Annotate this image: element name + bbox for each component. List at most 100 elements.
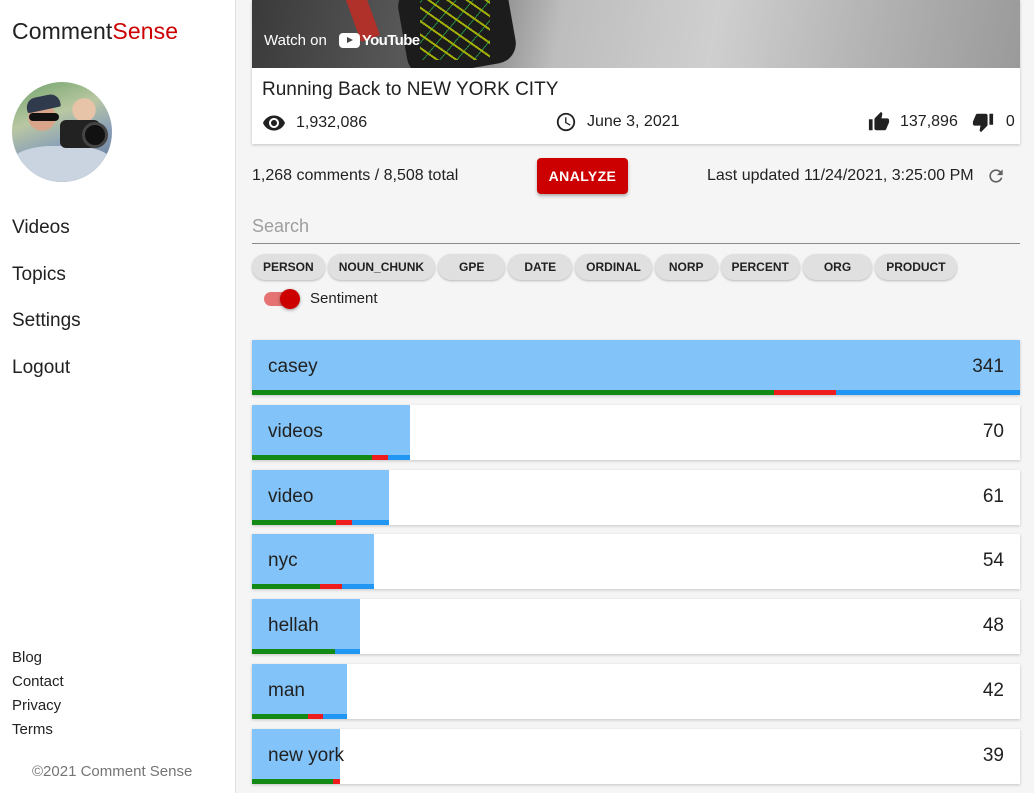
topic-label: hellah (268, 615, 319, 637)
sentiment-bar (252, 519, 390, 525)
topic-count: 70 (982, 420, 1004, 442)
sentiment-negative-segment (335, 519, 353, 525)
sentiment-bar (252, 584, 374, 590)
sidebar-item-topics[interactable]: Topics (12, 261, 81, 308)
youtube-logo-icon: YouTube (338, 32, 420, 49)
sentiment-negative-segment (332, 778, 340, 784)
topic-label: videos (268, 420, 323, 442)
sentiment-positive-segment (252, 584, 321, 590)
sentiment-positive-segment (252, 454, 372, 460)
topic-count: 61 (982, 485, 1004, 507)
sentiment-bar (252, 390, 1020, 395)
chip-gpe[interactable]: GPE (438, 254, 506, 280)
thumbs-down-icon (972, 113, 993, 133)
topic-label: casey (268, 356, 318, 377)
topic-row[interactable]: nyc 54 (252, 534, 1020, 590)
topic-row[interactable]: hellah 48 (252, 599, 1020, 655)
sentiment-neutral-segment (322, 713, 347, 719)
topic-row[interactable]: new york 39 (252, 728, 1020, 784)
topic-row[interactable]: casey 341 (252, 340, 1020, 395)
sentiment-negative-segment (307, 713, 323, 719)
sentiment-neutral-segment (335, 649, 361, 655)
chip-org[interactable]: ORG (802, 254, 873, 280)
topic-row[interactable]: videos 70 (252, 404, 1020, 460)
entity-filter-chips: PERSON NOUN_CHUNK GPE DATE ORDINAL NORP … (252, 254, 960, 280)
publish-date: June 3, 2021 (555, 111, 680, 133)
topic-count: 48 (982, 615, 1004, 637)
footer-link-privacy[interactable]: Privacy (12, 696, 64, 720)
sentiment-positive-segment (252, 649, 336, 655)
topic-count: 42 (982, 679, 1004, 701)
sentiment-neutral-segment (341, 584, 374, 590)
topic-count-bar (252, 340, 1020, 395)
video-card: Watch on YouTube Running Back to NEW YOR… (252, 0, 1020, 144)
analyze-button[interactable]: ANALYZE (537, 158, 628, 194)
clock-icon (556, 112, 576, 132)
sidebar-item-settings[interactable]: Settings (12, 307, 81, 354)
sentiment-positive-segment (252, 778, 333, 784)
sentiment-positive-segment (252, 390, 775, 395)
view-count-value: 1,932,086 (296, 114, 368, 131)
footer-links: Blog Contact Privacy Terms (12, 648, 64, 744)
watch-on-label: Watch on (264, 32, 327, 49)
like-count: 137,896 (900, 113, 958, 130)
sentiment-switch[interactable] (264, 288, 300, 309)
footer-link-blog[interactable]: Blog (12, 648, 64, 672)
brand-prefix: Comment (12, 18, 113, 44)
eye-icon (263, 115, 285, 131)
analysis-toolbar: 1,268 comments / 8,508 total ANALYZE Las… (252, 158, 1020, 194)
topic-label: man (268, 679, 305, 701)
search-input[interactable] (252, 210, 1020, 244)
sidebar-item-videos[interactable]: Videos (12, 214, 81, 261)
comment-count: 1,268 comments / 8,508 total (252, 167, 459, 184)
video-thumbnail[interactable]: Watch on YouTube (252, 0, 1020, 68)
topic-label: video (268, 485, 314, 507)
sentiment-bar (252, 649, 361, 655)
chip-noun-chunk[interactable]: NOUN_CHUNK (327, 254, 436, 280)
topic-label: new york (268, 744, 345, 766)
chip-person[interactable]: PERSON (252, 254, 325, 280)
sidebar-nav: Videos Topics Settings Logout (12, 214, 81, 400)
copyright: ©2021 Comment Sense (32, 763, 193, 780)
like-dislike-counts: 137,896 0 (868, 111, 1015, 133)
chip-norp[interactable]: NORP (654, 254, 718, 280)
footer-link-contact[interactable]: Contact (12, 672, 64, 696)
chip-percent[interactable]: PERCENT (720, 254, 800, 280)
topic-list: casey 341 videos 70 video 61 nyc 54 hellah 48 man 4… (252, 340, 1020, 793)
avatar (12, 82, 112, 182)
topic-count: 39 (982, 744, 1004, 766)
publish-date-value: June 3, 2021 (587, 113, 680, 130)
topic-count: 341 (972, 356, 1004, 377)
sentiment-bar (252, 778, 340, 784)
sentiment-neutral-segment (387, 454, 410, 460)
topic-label: nyc (268, 550, 298, 572)
sidebar-item-logout[interactable]: Logout (12, 354, 81, 401)
sentiment-label: Sentiment (310, 290, 378, 307)
youtube-logo-text: YouTube (361, 32, 420, 49)
footer-link-terms[interactable]: Terms (12, 720, 64, 744)
sentiment-negative-segment (371, 454, 388, 460)
thumbs-up-icon (868, 111, 890, 131)
view-count: 1,932,086 (262, 111, 367, 135)
chip-date[interactable]: DATE (508, 254, 573, 280)
sentiment-neutral-segment (352, 519, 390, 525)
brand-accent: Sense (112, 18, 179, 44)
sentiment-bar (252, 454, 410, 460)
dislike-count: 0 (1005, 113, 1015, 130)
watch-on-youtube-link[interactable]: Watch on YouTube (264, 32, 420, 49)
sentiment-positive-segment (252, 713, 308, 719)
sentiment-bar (252, 713, 347, 719)
last-updated: Last updated 11/24/2021, 3:25:00 PM (707, 167, 974, 184)
refresh-icon[interactable] (986, 166, 1006, 186)
topic-count: 54 (982, 550, 1004, 572)
brand-logo[interactable]: CommentSense (12, 18, 178, 45)
chip-product[interactable]: PRODUCT (875, 254, 957, 280)
chip-ordinal[interactable]: ORDINAL (575, 254, 652, 280)
topic-row[interactable]: video 61 (252, 469, 1020, 525)
sidebar: CommentSense Videos Topics Settings Logo… (0, 0, 236, 793)
sentiment-neutral-segment (835, 390, 1020, 395)
topic-row[interactable]: man 42 (252, 663, 1020, 719)
sentiment-toggle[interactable]: Sentiment (264, 288, 378, 309)
sentiment-positive-segment (252, 519, 336, 525)
video-title: Running Back to NEW YORK CITY (262, 79, 559, 100)
